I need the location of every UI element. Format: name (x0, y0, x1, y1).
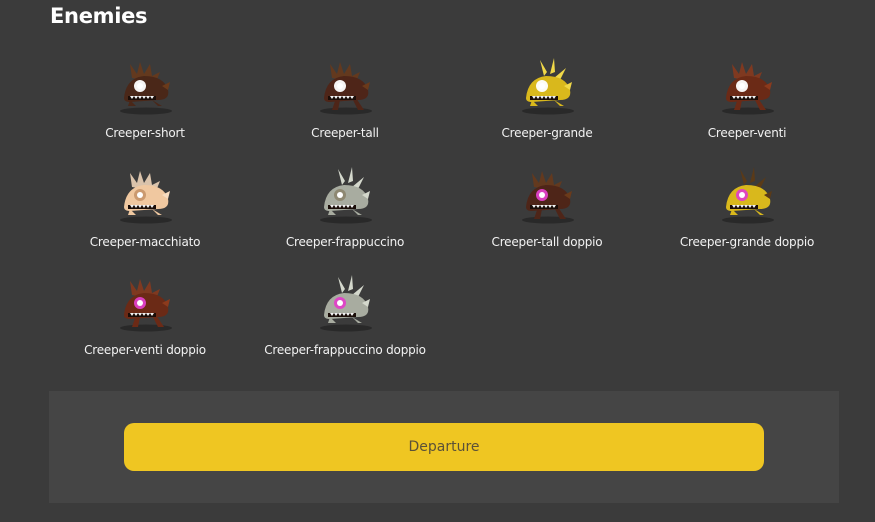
enemy-label: Creeper-macchiato (89, 235, 201, 249)
enemy-label: Creeper-venti (707, 126, 787, 140)
enemy-label: Creeper-grande (501, 126, 593, 140)
creeper-grande-sprite (514, 54, 580, 116)
enemy-card[interactable]: Creeper-frappuccino doppio (240, 267, 450, 367)
enemy-label: Creeper-frappuccino doppio (264, 343, 426, 357)
enemy-card[interactable]: Creeper-grande doppio (642, 159, 852, 259)
enemy-label: Creeper-grande doppio (679, 235, 815, 249)
creeper-frappuccino-doppio-sprite (312, 271, 378, 333)
enemy-card[interactable]: Creeper-tall (240, 50, 450, 150)
enemy-card[interactable]: Creeper-short (40, 50, 250, 150)
footer-panel: Departure (49, 391, 839, 503)
creeper-frappuccino-sprite (312, 163, 378, 225)
section-title: Enemies (50, 4, 148, 28)
enemy-label: Creeper-short (105, 126, 185, 140)
creeper-short-sprite (112, 54, 178, 116)
enemy-label: Creeper-frappuccino (285, 235, 405, 249)
enemy-card[interactable]: Creeper-venti (642, 50, 852, 150)
creeper-tall-sprite (312, 54, 378, 116)
creeper-venti-doppio-sprite (112, 271, 178, 333)
enemy-card[interactable]: Creeper-grande (442, 50, 652, 150)
creeper-tall-doppio-sprite (514, 163, 580, 225)
creeper-venti-sprite (714, 54, 780, 116)
enemy-card[interactable]: Creeper-frappuccino (240, 159, 450, 259)
departure-button[interactable]: Departure (124, 423, 764, 471)
creeper-grande-doppio-sprite (714, 163, 780, 225)
enemy-card[interactable]: Creeper-macchiato (40, 159, 250, 259)
enemy-card[interactable]: Creeper-venti doppio (40, 267, 250, 367)
enemy-card[interactable]: Creeper-tall doppio (442, 159, 652, 259)
enemy-label: Creeper-tall (311, 126, 379, 140)
enemy-label: Creeper-tall doppio (491, 235, 603, 249)
enemy-label: Creeper-venti doppio (84, 343, 206, 357)
creeper-macchiato-sprite (112, 163, 178, 225)
